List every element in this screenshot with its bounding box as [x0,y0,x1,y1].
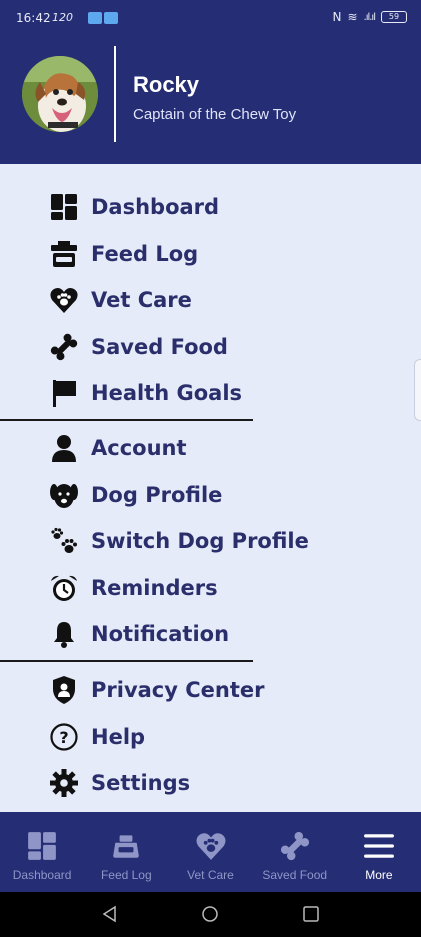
nav-item-feed-log[interactable]: Feed Log [84,812,168,892]
menu-separator [0,419,253,421]
bone-icon [280,831,309,861]
heart-paw-icon [48,284,80,316]
menu-item-label: Notification [91,622,230,646]
bell-icon [48,618,80,650]
upload-notification-icon [88,12,102,24]
menu-item-label: Feed Log [91,242,199,266]
menu-item-privacy-center[interactable]: Privacy Center [48,670,265,710]
menu-item-settings[interactable]: Settings [48,763,190,803]
dog-face-icon [48,479,80,511]
status-bar: 16:42 120 N ≋ .ıl.ıl 59 [0,0,421,36]
shield-user-icon [48,674,80,706]
menu-icon [363,834,394,858]
dog-avatar[interactable] [22,56,98,132]
nav-label: Saved Food [262,868,328,882]
alarm-clock-icon [48,572,80,604]
drawer-edge-handle[interactable] [414,359,421,421]
home-icon[interactable] [200,904,220,924]
profile-header: Rocky Captain of the Chew Toy [0,36,421,164]
recents-icon[interactable] [301,904,321,924]
nfc-icon: N [332,10,342,24]
nav-item-more[interactable]: More [337,812,421,892]
menu-item-account[interactable]: Account [48,428,187,468]
menu-item-label: Dashboard [91,195,220,219]
feed-bowl-icon [113,835,140,858]
nav-item-vet-care[interactable]: Vet Care [168,812,252,892]
status-net-speed: 120 [52,11,73,24]
side-menu: Dashboard Feed Log Vet Care Saved Food H… [0,164,421,812]
menu-item-label: Vet Care [91,288,192,312]
menu-item-label: Dog Profile [91,483,223,507]
menu-item-label: Settings [91,771,191,795]
nav-label: Vet Care [187,868,234,882]
flag-icon [48,377,80,409]
bone-icon [48,331,80,363]
nav-label: More [365,868,393,882]
menu-item-feed-log[interactable]: Feed Log [48,234,198,274]
menu-separator [0,660,253,662]
menu-item-help[interactable]: ? Help [48,717,145,757]
nav-item-dashboard[interactable]: Dashboard [0,812,84,892]
battery-icon: 59 [381,11,407,23]
menu-item-saved-food[interactable]: Saved Food [48,327,228,367]
person-icon [48,432,80,464]
dog-tagline: Captain of the Chew Toy [133,106,297,123]
menu-item-dog-profile[interactable]: Dog Profile [48,475,222,515]
svg-text:?: ? [59,728,68,747]
signal-icon: .ıl.ıl [363,11,377,23]
menu-item-reminders[interactable]: Reminders [48,568,218,608]
bottom-nav: Dashboard Feed Log Vet Care Saved Food M… [0,812,421,892]
menu-item-label: Saved Food [91,335,228,359]
menu-item-label: Help [91,725,146,749]
question-circle-icon: ? [48,721,80,753]
dog-name: Rocky [133,72,200,97]
menu-item-label: Account [91,436,187,460]
app-notification-icon [104,12,118,24]
header-divider [114,46,116,142]
menu-item-vet-care[interactable]: Vet Care [48,280,192,320]
menu-item-label: Health Goals [91,381,243,405]
system-nav-bar [0,892,421,937]
gear-icon [48,767,80,799]
menu-item-health-goals[interactable]: Health Goals [48,373,242,413]
feed-bowl-icon [48,238,80,270]
paws-icon [48,525,80,557]
menu-item-switch-dog-profile[interactable]: Switch Dog Profile [48,521,309,561]
menu-item-label: Reminders [91,576,218,600]
nav-item-saved-food[interactable]: Saved Food [253,812,337,892]
dashboard-icon [28,832,56,860]
back-icon[interactable] [100,904,120,924]
menu-item-label: Switch Dog Profile [91,529,309,553]
nav-label: Dashboard [12,868,72,882]
dashboard-icon [48,191,80,223]
menu-item-dashboard[interactable]: Dashboard [48,187,219,227]
wifi-icon: ≋ [347,10,358,24]
status-time: 16:42 [16,11,51,25]
heart-paw-icon [195,833,226,860]
nav-label: Feed Log [100,868,152,882]
menu-item-label: Privacy Center [91,678,265,702]
menu-item-notification[interactable]: Notification [48,614,229,654]
